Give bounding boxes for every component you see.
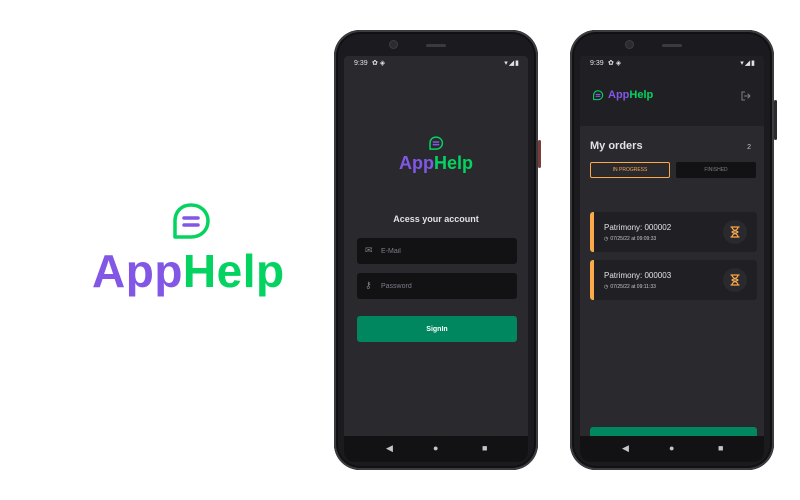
order-patrimony: Patrimony: 000003 — [604, 271, 672, 280]
login-logo: AppHelp — [344, 136, 528, 174]
order-card[interactable]: Patrimony: 000003 ◷ 07/25/22 at 09:11:33 — [590, 260, 757, 300]
status-time: 9:39 — [590, 60, 604, 67]
android-nav-bar: ◀ ● ■ — [580, 436, 764, 462]
email-input[interactable] — [381, 238, 511, 264]
brand-wordmark: AppHelp — [92, 245, 285, 297]
signin-button[interactable]: SignIn — [357, 316, 517, 342]
nav-back-icon[interactable]: ◀ — [622, 443, 629, 454]
nav-home-icon[interactable]: ● — [669, 443, 674, 453]
filter-finished-button[interactable]: FINISHED — [676, 162, 756, 178]
nav-recent-icon[interactable]: ■ — [718, 443, 723, 453]
status-right-icons: ▾◢▮ — [504, 60, 520, 67]
key-icon: ⚷ — [365, 280, 372, 290]
android-nav-bar: ◀ ● ■ — [344, 436, 528, 462]
order-status-badge — [723, 268, 747, 292]
order-card[interactable]: Patrimony: 000002 ◷ 07/25/22 at 09:09:33 — [590, 212, 757, 252]
chat-bubble-icon — [429, 136, 444, 150]
orders-title: My orders — [590, 140, 643, 152]
email-field[interactable]: ✉ — [357, 238, 517, 264]
chat-bubble-icon — [173, 203, 210, 239]
speaker-grille — [662, 44, 682, 47]
order-patrimony: Patrimony: 000002 — [604, 223, 672, 232]
nav-recent-icon[interactable]: ■ — [482, 443, 487, 453]
order-date: ◷ 07/25/22 at 09:11:33 — [604, 284, 656, 290]
order-date: ◷ 07/25/22 at 09:09:33 — [604, 236, 657, 242]
password-input[interactable] — [381, 273, 511, 299]
logout-icon[interactable] — [740, 90, 752, 102]
phone-orders: 9:39 ✿ ◈ ▾◢▮ AppHelp My orders 2 IN PROG… — [570, 30, 777, 470]
nav-back-icon[interactable]: ◀ — [386, 443, 393, 454]
order-status-stripe — [590, 260, 594, 300]
brand-wordmark: AppHelp — [608, 89, 654, 101]
orders-screen: 9:39 ✿ ◈ ▾◢▮ AppHelp My orders 2 IN PROG… — [580, 56, 764, 462]
hourglass-icon — [730, 274, 740, 286]
front-camera — [626, 41, 633, 48]
status-bar: 9:39 ✿ ◈ ▾◢▮ — [344, 56, 528, 72]
chat-bubble-icon — [593, 90, 604, 101]
orders-header: AppHelp — [580, 72, 764, 126]
login-title: Acess your account — [393, 214, 479, 224]
order-status-badge — [723, 220, 747, 244]
status-left-icons: ✿ ◈ — [608, 60, 622, 67]
mail-icon: ✉ — [365, 245, 373, 255]
phone-login: 9:39 ✿ ◈ ▾◢▮ AppHelp Acess your account … — [334, 30, 541, 470]
app-logo-large: AppHelp — [88, 202, 298, 312]
status-time: 9:39 — [354, 60, 368, 67]
login-screen: 9:39 ✿ ◈ ▾◢▮ AppHelp Acess your account … — [344, 56, 528, 462]
front-camera — [390, 41, 397, 48]
nav-home-icon[interactable]: ● — [433, 443, 438, 453]
filter-in-progress-button[interactable]: IN PROGRESS — [590, 162, 670, 178]
clock-icon: ◷ — [604, 236, 609, 242]
speaker-grille — [426, 44, 446, 47]
brand-wordmark: AppHelp — [398, 153, 473, 173]
order-status-stripe — [590, 212, 594, 252]
status-bar: 9:39 ✿ ◈ ▾◢▮ — [580, 56, 764, 72]
status-right-icons: ▾◢▮ — [740, 60, 756, 67]
password-field[interactable]: ⚷ — [357, 273, 517, 299]
clock-icon: ◷ — [604, 284, 609, 290]
orders-count: 2 — [747, 144, 751, 151]
hourglass-icon — [730, 226, 740, 238]
status-left-icons: ✿ ◈ — [372, 60, 386, 67]
